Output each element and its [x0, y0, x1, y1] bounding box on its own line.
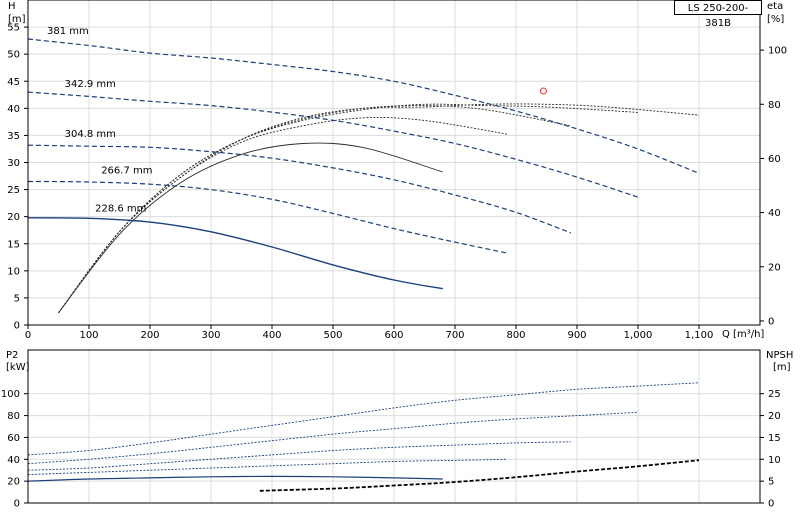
x-tick-label: 700 — [445, 330, 464, 341]
power-curve-3 — [27, 441, 571, 471]
h-tick-label: 15 — [7, 239, 20, 250]
head-curves: 381 mm 342.9 mm 304.8 mm 266.7 mm 228.6 mm — [27, 26, 700, 290]
x-tick-label: 400 — [262, 330, 281, 341]
head-curve-label: 381 mm — [47, 26, 89, 37]
h-tick-label: 25 — [7, 185, 20, 196]
power-chart-ticks: 0 20 40 60 80 100 0 5 10 15 20 25 — [1, 389, 781, 509]
h-tick-label: 35 — [7, 131, 20, 142]
p2-axis-label: P2 — [6, 350, 18, 361]
x-tick-label: 800 — [506, 330, 525, 341]
eta-tick-label: 60 — [768, 154, 781, 165]
eta-tick-label: 80 — [768, 100, 781, 111]
eta-axis-label: eta — [767, 1, 783, 12]
h-axis-label: H — [8, 1, 16, 12]
head-curve-label: 266.7 mm — [101, 166, 152, 177]
h-tick-label: 5 — [14, 293, 20, 304]
npsh-axis-unit: [m] — [773, 362, 791, 373]
h-axis-unit: [m] — [8, 14, 26, 25]
head-curve-266_7mm — [27, 180, 508, 254]
npsh-tick-label: 0 — [768, 499, 774, 510]
h-tick-label: 45 — [7, 77, 20, 88]
npsh-tick-label: 10 — [768, 455, 781, 466]
eta-tick-label: 100 — [768, 46, 787, 57]
pump-performance-chart: 0 100 200 300 400 500 600 700 800 900 1,000 1,10005… — [1, 0, 793, 510]
power-curves — [27, 382, 700, 482]
p2-axis-unit: [kW] — [6, 362, 30, 373]
p2-tick-label: 60 — [7, 433, 20, 444]
h-tick-label: 30 — [7, 158, 20, 169]
head-curve-label: 342.9 mm — [65, 79, 116, 90]
p2-tick-label: 20 — [7, 477, 20, 488]
npsh-tick-label: 25 — [768, 389, 781, 400]
h-tick-label: 20 — [7, 212, 20, 223]
h-tick-label: 10 — [7, 266, 20, 277]
head-curve-label: 228.6 mm — [95, 204, 146, 215]
x-tick-label: 600 — [384, 330, 403, 341]
x-tick-label: 200 — [140, 330, 159, 341]
head-curve-228_6mm — [27, 217, 443, 290]
x-tick-label: 1,000 — [624, 330, 653, 341]
duty-point-marker — [539, 87, 547, 95]
x-tick-label: 500 — [323, 330, 342, 341]
power-curve-5 — [27, 475, 443, 482]
x-tick-label: 900 — [567, 330, 586, 341]
h-tick-label: 0 — [14, 321, 20, 332]
p2-tick-label: 100 — [1, 389, 20, 400]
npsh-curve-group — [259, 459, 700, 492]
model-label: LS 250-200-381B — [674, 0, 762, 29]
x-tick-label: 1,100 — [685, 330, 714, 341]
head-chart-ticks: 0 100 200 300 400 500 600 700 800 900 1,000 1,10005… — [7, 23, 787, 341]
p2-tick-label: 0 — [14, 499, 20, 510]
eta-tick-label: 20 — [768, 262, 781, 273]
p2-tick-label: 40 — [7, 455, 20, 466]
x-tick-label: 100 — [79, 330, 98, 341]
power-chart-grid — [28, 350, 760, 503]
npsh-tick-label: 5 — [768, 477, 774, 488]
npsh-curve — [259, 459, 700, 492]
h-tick-label: 50 — [7, 50, 20, 61]
q-axis-label: Q [m³/h] — [722, 329, 764, 340]
p2-tick-label: 80 — [7, 411, 20, 422]
x-tick-label: 0 — [25, 330, 31, 341]
x-tick-label: 300 — [201, 330, 220, 341]
head-chart-grid — [28, 0, 760, 325]
chart-markers — [539, 87, 547, 95]
eta-axis-unit: [%] — [767, 14, 784, 25]
h-tick-label: 40 — [7, 104, 20, 115]
npsh-tick-label: 15 — [768, 433, 781, 444]
npsh-axis-label: NPSH — [766, 350, 793, 361]
eta-tick-label: 40 — [768, 208, 781, 219]
eta-tick-label: 0 — [768, 316, 774, 327]
npsh-tick-label: 20 — [768, 411, 781, 422]
head-curve-label: 304.8 mm — [65, 129, 116, 140]
